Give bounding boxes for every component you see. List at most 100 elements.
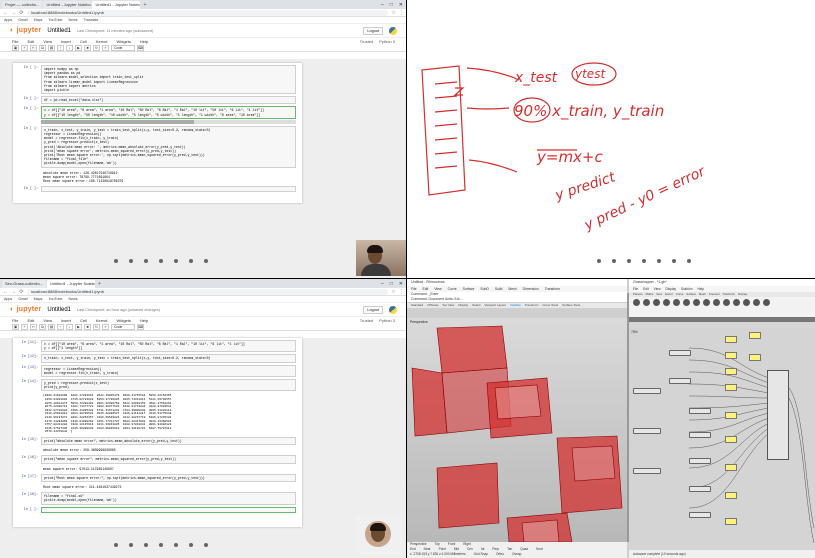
number-slider[interactable] <box>749 332 761 339</box>
rhino-tab[interactable]: Select <box>472 303 480 308</box>
move-up-icon[interactable]: ↑ <box>57 44 64 51</box>
number-slider[interactable] <box>725 436 737 443</box>
menu-kernel[interactable]: Kernel <box>96 38 108 44</box>
rhino-tab[interactable]: CPlanes <box>427 303 438 308</box>
page-dot[interactable] <box>144 543 148 547</box>
number-slider[interactable] <box>725 352 737 359</box>
bookmark[interactable]: Gmail <box>18 17 27 23</box>
rhino-tab[interactable]: Transform <box>525 303 539 308</box>
paste-icon[interactable]: ▤ <box>48 323 55 330</box>
page-dot[interactable] <box>189 543 193 547</box>
reload-icon[interactable]: ⟳ <box>19 10 24 16</box>
page-dot[interactable] <box>114 543 118 547</box>
page-dot[interactable] <box>204 259 208 263</box>
cell-input[interactable] <box>41 186 296 193</box>
paste-icon[interactable]: ▤ <box>48 44 55 51</box>
back-icon[interactable]: ← <box>3 10 8 16</box>
horizontal-scrollbar[interactable] <box>41 119 296 124</box>
logout-button[interactable]: Logout <box>363 305 383 314</box>
restart-icon[interactable]: ↻ <box>93 323 100 330</box>
reload-icon[interactable]: ⟳ <box>19 289 24 295</box>
fast-forward-icon[interactable]: » <box>102 323 109 330</box>
code-cell[interactable]: In [15]: print("absolute mean error", me… <box>19 436 296 446</box>
cell-input[interactable]: import numpy as np import pandas as pd f… <box>41 65 296 95</box>
cell-input[interactable]: print("absolute mean error", metrics.mea… <box>41 436 296 446</box>
menu-cell[interactable]: Cell <box>80 317 87 323</box>
gh-component[interactable] <box>689 408 711 414</box>
code-cell[interactable]: In [14]: y_pred = regressor.predict(x_te… <box>19 379 296 392</box>
rhino-tab[interactable]: Surface Tools <box>562 303 580 308</box>
page-dot[interactable] <box>189 259 193 263</box>
page-dot[interactable] <box>204 543 208 547</box>
number-slider[interactable] <box>725 412 737 419</box>
menu-view[interactable]: View <box>43 38 52 44</box>
fast-forward-icon[interactable]: » <box>102 44 109 51</box>
gh-tab[interactable]: Surface <box>686 292 696 297</box>
run-icon[interactable]: ▶ <box>75 323 82 330</box>
gh-component[interactable] <box>689 512 711 518</box>
browser-tab-active[interactable]: Untitled1 - Jupyter Notebook <box>92 1 141 9</box>
cell-input[interactable]: print("Root mean square error:", np.sqrt… <box>41 473 296 482</box>
page-dot[interactable] <box>129 259 133 263</box>
add-cell-icon[interactable]: + <box>21 323 28 330</box>
menu-view[interactable]: View <box>43 317 52 323</box>
menu-cell[interactable]: Cell <box>80 38 87 44</box>
menu-help[interactable]: Help <box>140 317 148 323</box>
number-slider[interactable] <box>725 464 737 471</box>
menu-edit[interactable]: Edit <box>27 38 34 44</box>
number-slider[interactable] <box>725 368 737 375</box>
forward-icon[interactable]: → <box>11 289 16 295</box>
browser-tab[interactable]: Untitled - Jupyter Notebook <box>43 1 92 9</box>
page-dot[interactable] <box>144 259 148 263</box>
gh-tab[interactable]: Intersect <box>709 292 720 297</box>
close-icon[interactable]: ✕ <box>399 280 403 288</box>
viewport-label[interactable]: Perspective <box>410 320 428 324</box>
page-dot[interactable] <box>159 543 163 547</box>
menu-kernel[interactable]: Kernel <box>96 317 108 323</box>
component-icon[interactable] <box>633 299 640 306</box>
menu-edit[interactable]: Edit <box>27 317 34 323</box>
restart-icon[interactable]: ↻ <box>93 44 100 51</box>
number-slider[interactable] <box>749 354 761 361</box>
component-icon[interactable] <box>663 299 670 306</box>
code-cell[interactable]: In [13]: regressor = LinearRegression() … <box>19 364 296 378</box>
rhino-tab[interactable]: Display <box>458 303 468 308</box>
move-up-icon[interactable]: ↑ <box>57 323 64 330</box>
rhino-tab[interactable]: Set View <box>443 303 455 308</box>
page-dot[interactable] <box>174 259 178 263</box>
url-input[interactable]: localhost:8888/notebooks/Untitled1.ipynb <box>27 9 388 16</box>
rhino-menu-item[interactable]: Solid <box>495 286 503 292</box>
new-tab-icon[interactable]: + <box>96 280 103 288</box>
cell-input[interactable]: regressor = LinearRegression() model = r… <box>41 364 296 378</box>
component-icon[interactable] <box>653 299 660 306</box>
gh-canvas[interactable]: 78% <box>629 328 815 550</box>
status-toggle[interactable]: Grid Snap <box>474 552 488 557</box>
rhino-menu-item[interactable]: Dimension <box>523 286 539 292</box>
page-dot[interactable] <box>159 259 163 263</box>
move-down-icon[interactable]: ↓ <box>66 323 73 330</box>
cell-type-select[interactable]: Code <box>111 44 135 51</box>
run-icon[interactable]: ▶ <box>75 44 82 51</box>
gh-component[interactable] <box>669 350 691 356</box>
add-cell-icon[interactable]: + <box>21 44 28 51</box>
maximize-icon[interactable]: □ <box>390 280 393 288</box>
bookmark[interactable]: Gmail <box>18 296 27 302</box>
browser-tab-active[interactable]: Untitled1 - Jupyter Notebook <box>47 280 96 288</box>
cell-input[interactable]: x = df[["10 area", "6 area", "1 area", "… <box>41 106 296 119</box>
keyboard-icon[interactable]: ⌨ <box>137 323 144 330</box>
move-down-icon[interactable]: ↓ <box>66 44 73 51</box>
new-tab-icon[interactable]: + <box>141 1 148 9</box>
star-icon[interactable]: ☆ <box>391 289 396 295</box>
gh-component[interactable] <box>669 378 691 384</box>
menu-help[interactable]: Help <box>140 38 148 44</box>
component-icon[interactable] <box>703 299 710 306</box>
bookmark[interactable]: YouTube <box>48 296 62 302</box>
osnap-option[interactable]: Knot <box>536 547 543 552</box>
cell-input[interactable] <box>41 506 296 513</box>
osnap-option[interactable]: Quad <box>520 547 528 552</box>
copy-icon[interactable]: ⧉ <box>39 44 46 51</box>
menu-file[interactable]: File <box>12 38 18 44</box>
notebook-title[interactable]: Untitled1 <box>47 307 71 313</box>
rhino-menu-item[interactable]: Mesh <box>508 286 516 292</box>
component-icon[interactable] <box>723 299 730 306</box>
